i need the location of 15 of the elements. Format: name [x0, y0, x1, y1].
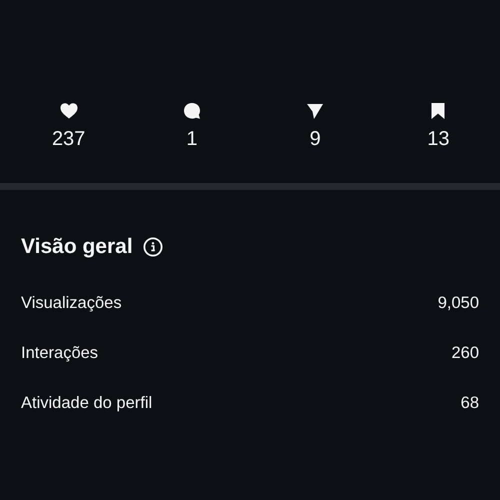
heart-icon[interactable]: [58, 101, 79, 121]
info-icon[interactable]: [142, 237, 163, 257]
stat-count: 237: [52, 127, 86, 151]
metric-value: 9,050: [438, 294, 479, 312]
metric-value: 260: [451, 344, 479, 362]
stat-count: 1: [186, 127, 198, 151]
metric-label: Atividade do perfil: [21, 394, 152, 412]
metric-label: Visualizações: [21, 294, 122, 312]
metric-value: 68: [460, 394, 479, 412]
metric-label: Interações: [21, 344, 98, 362]
comment-icon[interactable]: [182, 101, 202, 121]
section-title: Visão geral: [21, 235, 133, 259]
stat-count: 13: [427, 127, 450, 151]
stat-count: 9: [310, 127, 321, 151]
share-icon[interactable]: [305, 101, 326, 121]
